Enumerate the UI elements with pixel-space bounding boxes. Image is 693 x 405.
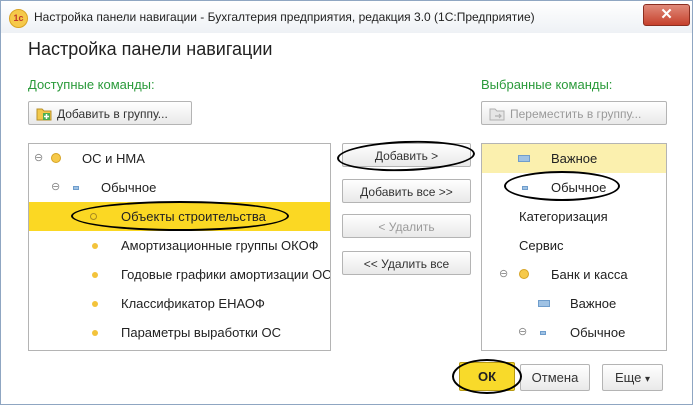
available-commands-tree[interactable]: ⊖ ОС и НМА ⊖ Обычное Объекты строительст…: [28, 143, 331, 351]
close-button[interactable]: ✕: [643, 4, 690, 26]
collapse-toggle[interactable]: ⊖: [518, 318, 527, 347]
window-title: Настройка панели навигации - Бухгалтерия…: [34, 10, 535, 24]
dialog-window: 1с Настройка панели навигации - Бухгалте…: [0, 0, 693, 405]
tree-row-os-nma[interactable]: ⊖ ОС и НМА: [29, 144, 330, 173]
available-commands-label: Доступные команды:: [28, 77, 155, 92]
tree-item-label: Параметры выработки ОС: [121, 325, 282, 340]
tree-item-label: Обычное: [551, 180, 607, 195]
tree-row-obychnoe[interactable]: Обычное: [482, 173, 666, 202]
title-bar: 1с Настройка панели навигации - Бухгалте…: [1, 1, 692, 33]
tree-item-label: Банк и касса: [551, 267, 628, 282]
yellow-dot-icon: [92, 330, 98, 336]
add-to-group-label: Добавить в группу...: [57, 107, 168, 121]
cancel-button[interactable]: Отмена: [520, 364, 590, 391]
yellow-circle-icon: [519, 269, 529, 279]
blue-rect-icon: [73, 186, 79, 190]
move-to-group-label: Переместить в группу...: [510, 107, 642, 121]
tree-row-godovye-grafiki[interactable]: Годовые графики амортизации ОС: [29, 260, 330, 289]
remove-all-button[interactable]: << Удалить все: [342, 251, 471, 275]
tree-item-label: Сервис: [519, 238, 564, 253]
close-icon: ✕: [660, 6, 673, 23]
selected-commands-tree[interactable]: Важное Обычное Категоризация Сервис ⊖ Ба…: [481, 143, 667, 351]
tree-row-bank-i-kassa[interactable]: ⊖ Банк и касса: [482, 260, 666, 289]
tree-item-label: Обычное: [570, 325, 626, 340]
tree-row-klassifikator[interactable]: Классификатор ЕНАОФ: [29, 289, 330, 318]
blue-rect-icon: [538, 300, 550, 307]
blue-rect-small-icon: [522, 186, 528, 190]
folder-move-icon: [489, 108, 505, 121]
ok-button[interactable]: ОК: [459, 362, 515, 391]
tree-row-obekty-stroitelstva[interactable]: Объекты строительства: [29, 202, 330, 231]
tree-row-kategorizatsiya[interactable]: Категоризация: [482, 202, 666, 231]
yellow-circle-icon: [51, 153, 61, 163]
tree-item-label: Годовые графики амортизации ОС: [121, 267, 331, 282]
tree-item-label: Важное: [551, 151, 598, 166]
chevron-down-icon: ▾: [645, 374, 651, 385]
blue-rect-icon: [518, 155, 530, 162]
yellow-dot-icon: [92, 301, 98, 307]
folder-add-icon: [36, 108, 52, 121]
tree-row-vazhnoe-2[interactable]: Важное: [482, 289, 666, 318]
more-button[interactable]: Еще ▾: [602, 364, 663, 391]
blue-rect-small-icon: [540, 331, 546, 335]
yellow-dot-icon: [92, 272, 98, 278]
add-all-button[interactable]: Добавить все >>: [342, 179, 471, 203]
tree-row-obychnoe-2[interactable]: ⊖ Обычное: [482, 318, 666, 347]
tree-row-vazhnoe[interactable]: Важное: [482, 144, 666, 173]
page-title: Настройка панели навигации: [28, 39, 273, 59]
tree-item-label: Обычное: [101, 180, 157, 195]
add-button[interactable]: Добавить >: [342, 143, 471, 167]
tree-row-obychnoe[interactable]: ⊖ Обычное: [29, 173, 330, 202]
add-to-group-button[interactable]: Добавить в группу...: [28, 101, 192, 125]
collapse-toggle[interactable]: ⊖: [51, 173, 60, 202]
collapse-toggle[interactable]: ⊖: [499, 260, 508, 289]
remove-button[interactable]: < Удалить: [342, 214, 471, 238]
tree-item-label: Важное: [570, 296, 617, 311]
1c-logo-icon: 1с: [9, 9, 28, 28]
tree-item-label: Категоризация: [519, 209, 608, 224]
tree-item-label: Классификатор ЕНАОФ: [121, 296, 265, 311]
yellow-dot-icon: [92, 243, 98, 249]
move-to-group-button[interactable]: Переместить в группу...: [481, 101, 667, 125]
collapse-toggle[interactable]: ⊖: [34, 144, 43, 173]
circle-outline-icon: [90, 213, 97, 220]
tree-item-label: Объекты строительства: [121, 209, 266, 224]
tree-item-label: Амортизационные группы ОКОФ: [121, 238, 319, 253]
tree-row-amortizatsionnye-gruppy[interactable]: Амортизационные группы ОКОФ: [29, 231, 330, 260]
tree-row-servis[interactable]: Сервис: [482, 231, 666, 260]
tree-item-label: ОС и НМА: [82, 151, 145, 166]
more-label: Еще: [614, 370, 642, 385]
selected-commands-label: Выбранные команды:: [481, 77, 613, 92]
tree-row-parametry-vyrabotki[interactable]: Параметры выработки ОС: [29, 318, 330, 347]
